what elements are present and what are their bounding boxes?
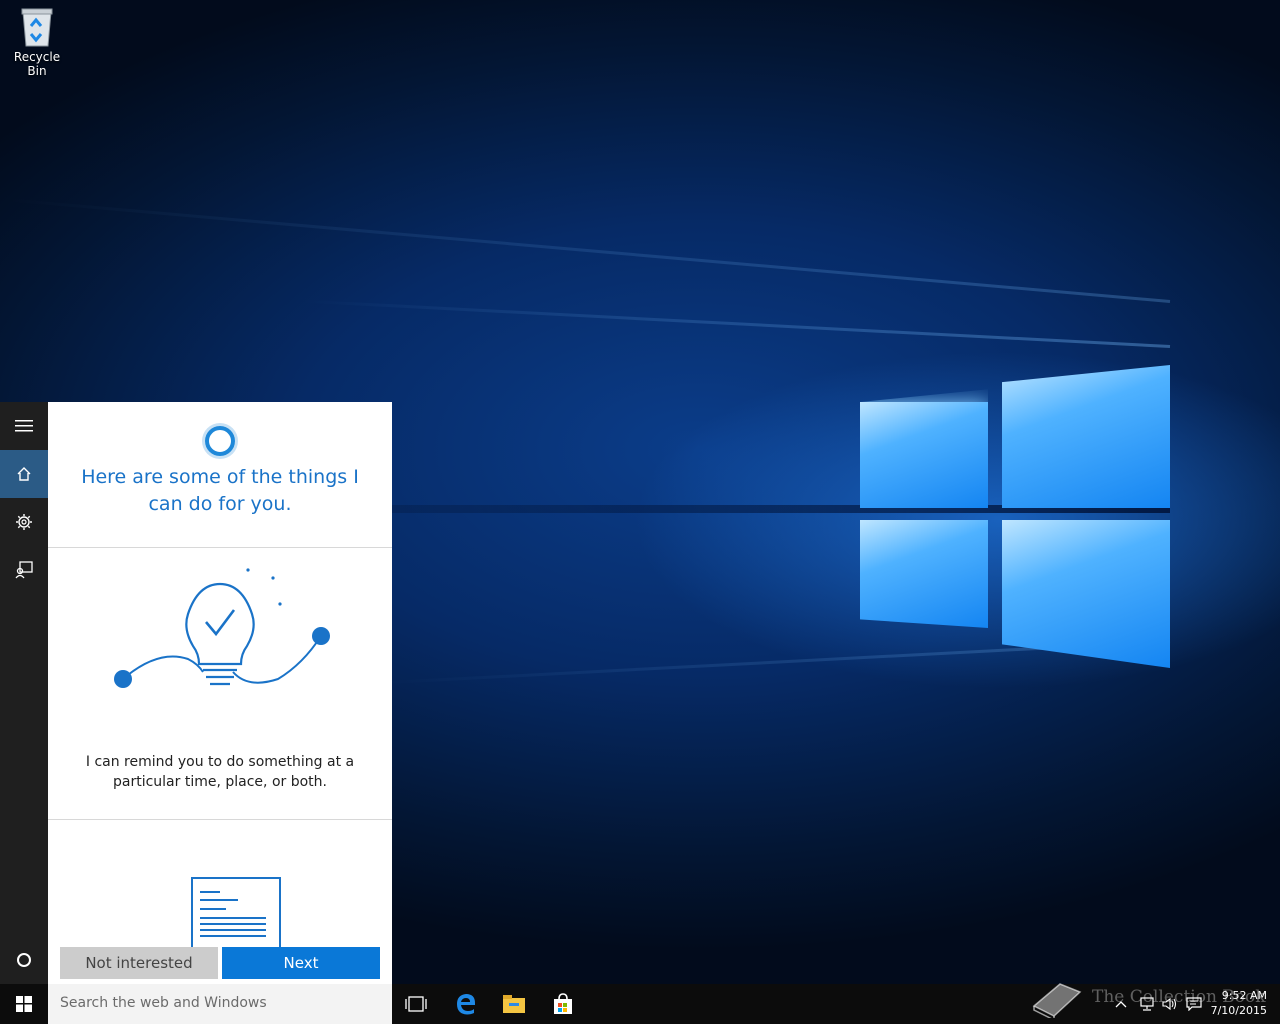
cortana-button-bar: Not interested Next <box>48 947 392 984</box>
file-explorer-icon[interactable] <box>490 984 538 1024</box>
settings-gear-icon[interactable] <box>0 498 48 546</box>
volume-icon[interactable] <box>1162 997 1178 1011</box>
book-watermark-icon <box>1032 983 1082 1018</box>
feedback-icon[interactable] <box>0 546 48 594</box>
cortana-ring-icon <box>205 426 235 456</box>
edge-icon[interactable] <box>442 984 490 1024</box>
clock-date: 7/10/2015 <box>1210 1004 1267 1017</box>
recycle-bin-label: Recycle Bin <box>13 50 61 78</box>
search-box[interactable]: Search the web and Windows <box>48 984 392 1024</box>
home-icon[interactable] <box>0 450 48 498</box>
start-button[interactable] <box>0 984 48 1024</box>
desktop-icon-recycle-bin[interactable]: Recycle Bin <box>4 6 70 78</box>
action-center-icon[interactable] <box>1186 997 1202 1011</box>
windows-logo <box>860 402 988 508</box>
windows-start-icon <box>16 996 32 1012</box>
cortana-card-text: I can remind you to do something at a pa… <box>85 754 355 790</box>
recycle-bin-icon <box>19 6 55 48</box>
next-button[interactable]: Next <box>222 947 380 979</box>
system-tray <box>1114 994 1202 1014</box>
not-interested-button[interactable]: Not interested <box>60 947 218 979</box>
cortana-panel: Here are some of the things I can do for… <box>48 402 392 984</box>
cortana-circle-icon[interactable] <box>0 936 48 984</box>
network-icon[interactable] <box>1138 997 1154 1011</box>
lightbulb-reminder-icon <box>114 568 330 688</box>
document-icon <box>191 877 281 950</box>
store-icon[interactable] <box>539 984 587 1024</box>
cortana-card-document <box>48 820 392 950</box>
cortana-sidebar <box>0 402 48 984</box>
task-view-icon[interactable] <box>392 984 440 1024</box>
search-placeholder: Search the web and Windows <box>60 995 267 1011</box>
taskbar: Search the web and Windows The Collectio… <box>0 983 1280 1024</box>
clock-time: 9:52 AM <box>1221 989 1267 1002</box>
cortana-title: Here are some of the things I can do for… <box>81 466 359 515</box>
clock[interactable]: 9:52 AM 7/10/2015 <box>1211 988 1267 1018</box>
hamburger-menu-icon[interactable] <box>0 402 48 450</box>
chevron-up-icon[interactable] <box>1114 999 1128 1009</box>
cortana-card-reminder: I can remind you to do something at a pa… <box>48 524 392 820</box>
